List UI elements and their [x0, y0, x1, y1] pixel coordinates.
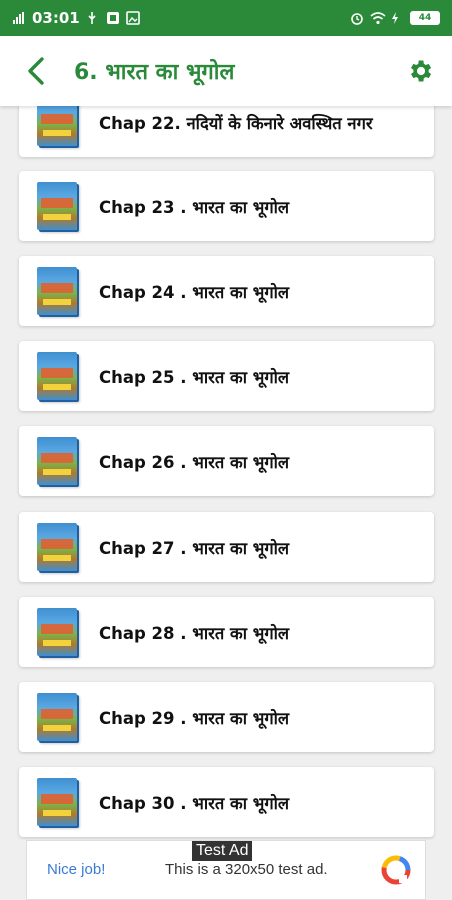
list-item-label: Chap 25 . भारत का भूगोल	[99, 367, 290, 387]
chapter-list[interactable]: Chap 22. नदियों के किनारे अवस्थित नगर Ch…	[0, 106, 452, 840]
list-item-label: Chap 23 . भारत का भूगोल	[99, 197, 290, 217]
notification-icon	[106, 11, 120, 25]
book-icon	[37, 352, 77, 400]
list-item[interactable]: Chap 23 . भारत का भूगोल	[19, 171, 434, 241]
list-item[interactable]: Chap 24 . भारत का भूगोल	[19, 256, 434, 326]
book-icon	[37, 778, 77, 826]
ad-nice-text[interactable]: Nice job!	[47, 861, 105, 878]
gear-icon	[411, 60, 432, 82]
battery-icon: 44	[410, 11, 440, 25]
book-icon	[37, 608, 77, 656]
wifi-icon	[370, 11, 386, 25]
list-item-label: Chap 24 . भारत का भूगोल	[99, 282, 290, 302]
status-bar: 03:01 44	[0, 0, 452, 36]
list-item-label: Chap 27 . भारत का भूगोल	[99, 538, 290, 558]
status-time: 03:01	[32, 9, 80, 27]
list-item[interactable]: Chap 22. नदियों के किनारे अवस्थित नगर	[19, 106, 434, 157]
book-icon	[37, 106, 77, 146]
book-icon	[37, 437, 77, 485]
list-item[interactable]: Chap 26 . भारत का भूगोल	[19, 426, 434, 496]
list-item[interactable]: Chap 27 . भारत का भूगोल	[19, 512, 434, 582]
back-button[interactable]	[16, 51, 56, 91]
ad-logo-icon	[381, 855, 411, 885]
list-item[interactable]: Chap 25 . भारत का भूगोल	[19, 341, 434, 411]
book-icon	[37, 267, 77, 315]
list-item-label: Chap 22. नदियों के किनारे अवस्थित नगर	[99, 113, 373, 133]
ad-tag: Test Ad	[192, 841, 253, 861]
gallery-icon	[125, 11, 140, 25]
app-bar: 6. भारत का भूगोल	[0, 36, 452, 106]
ad-description[interactable]: This is a 320x50 test ad.	[165, 861, 328, 878]
settings-button[interactable]	[402, 53, 438, 89]
list-item-label: Chap 28 . भारत का भूगोल	[99, 623, 290, 643]
list-item[interactable]: Chap 29 . भारत का भूगोल	[19, 682, 434, 752]
list-item[interactable]: Chap 30 . भारत का भूगोल	[19, 767, 434, 837]
book-icon	[37, 523, 77, 571]
list-item-label: Chap 26 . भारत का भूगोल	[99, 452, 290, 472]
book-icon	[37, 693, 77, 741]
charging-icon	[390, 11, 404, 25]
list-item-label: Chap 30 . भारत का भूगोल	[99, 793, 290, 813]
alarm-icon	[350, 11, 364, 25]
network-icon	[12, 11, 26, 25]
list-item-label: Chap 29 . भारत का भूगोल	[99, 708, 290, 728]
book-icon	[37, 182, 77, 230]
usb-icon	[86, 11, 100, 25]
page-title: 6. भारत का भूगोल	[74, 60, 235, 85]
arrow-left-icon	[28, 57, 44, 85]
list-item[interactable]: Chap 28 . भारत का भूगोल	[19, 597, 434, 667]
